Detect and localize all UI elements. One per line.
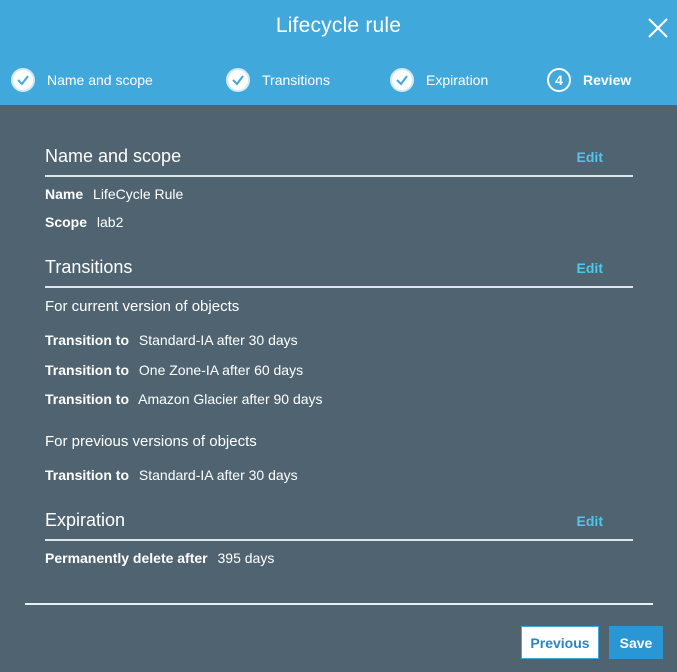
scope-row: Scope lab2 (45, 214, 123, 230)
checkmark-icon (390, 68, 414, 92)
save-button[interactable]: Save (609, 626, 663, 659)
transition-row: Transition to Standard-IA after 30 days (45, 467, 298, 483)
section-title: Expiration (45, 510, 126, 530)
delete-value: 395 days (217, 550, 275, 566)
step-label: Expiration (426, 72, 489, 88)
close-icon[interactable] (646, 16, 670, 40)
checkmark-icon (11, 68, 35, 92)
transition-row: Transition to One Zone-IA after 60 days (45, 362, 303, 378)
section-expiration: Expiration Edit (45, 510, 633, 541)
step-transitions[interactable]: Transitions (226, 66, 330, 94)
edit-transitions-link[interactable]: Edit (577, 260, 603, 276)
transition-value: Standard-IA after 30 days (138, 332, 298, 348)
transition-value: One Zone-IA after 60 days (138, 362, 304, 378)
step-label: Review (583, 72, 632, 88)
name-row: Name LifeCycle Rule (45, 186, 183, 202)
section-title: Name and scope (45, 146, 182, 166)
step-label: Name and scope (47, 72, 153, 88)
transition-label: Transition to (45, 467, 129, 483)
transition-row: Transition to Standard-IA after 30 days (45, 332, 298, 348)
dialog-header: Lifecycle rule Name and scope Transition… (0, 0, 677, 105)
previous-versions-heading: For previous versions of objects (45, 433, 257, 450)
transition-label: Transition to (45, 332, 129, 348)
step-label: Transitions (262, 72, 330, 88)
edit-expiration-link[interactable]: Edit (577, 513, 603, 529)
section-transitions: Transitions Edit (45, 257, 633, 288)
expiration-row: Permanently delete after 395 days (45, 550, 274, 566)
transition-label: Transition to (45, 391, 129, 407)
step-number: 4 (547, 68, 571, 92)
delete-label: Permanently delete after (45, 550, 208, 566)
checkmark-icon (226, 68, 250, 92)
section-name-and-scope: Name and scope Edit (45, 146, 633, 177)
scope-label: Scope (45, 214, 88, 230)
transition-value: Amazon Glacier after 90 days (138, 391, 323, 407)
step-review[interactable]: 4 Review (547, 66, 631, 94)
step-expiration[interactable]: Expiration (390, 66, 488, 94)
transition-value: Standard-IA after 30 days (138, 467, 298, 483)
transition-label: Transition to (45, 362, 129, 378)
current-version-heading: For current version of objects (45, 298, 240, 315)
section-title: Transitions (45, 257, 133, 277)
name-value: LifeCycle Rule (93, 186, 184, 202)
step-name-and-scope[interactable]: Name and scope (11, 66, 153, 94)
footer-divider (25, 603, 653, 605)
scope-value: lab2 (96, 214, 124, 230)
name-label: Name (45, 186, 84, 202)
transition-row: Transition to Amazon Glacier after 90 da… (45, 391, 323, 407)
dialog-title: Lifecycle rule (275, 14, 402, 37)
previous-button[interactable]: Previous (521, 626, 599, 659)
edit-name-scope-link[interactable]: Edit (577, 149, 603, 165)
